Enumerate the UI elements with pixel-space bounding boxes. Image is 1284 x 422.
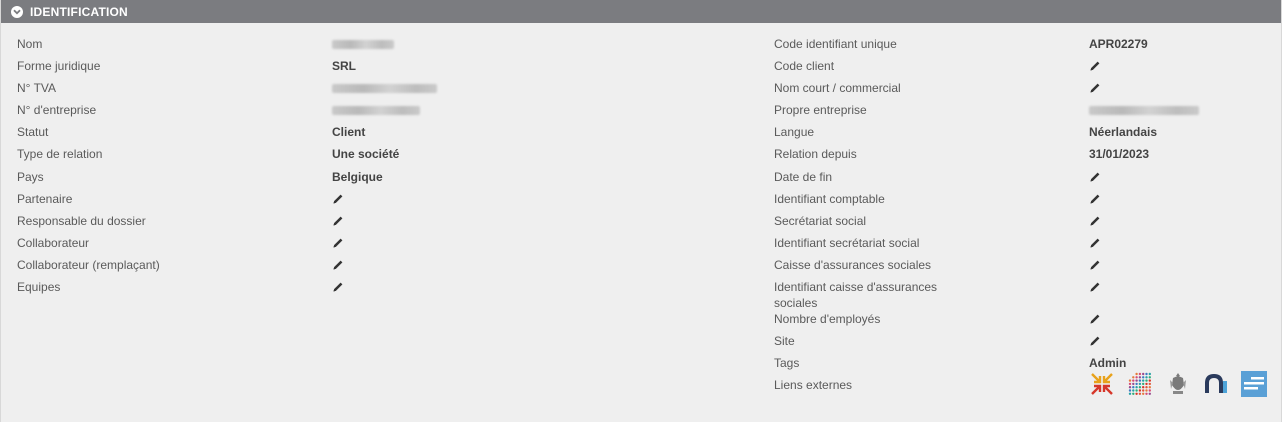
identification-panel: IDENTIFICATION Nom Forme juridique SRL N° T… (0, 0, 1282, 422)
field-label: Statut (17, 125, 49, 140)
field-label: Nombre d'employés (774, 312, 881, 327)
section-header[interactable]: IDENTIFICATION (1, 0, 1281, 23)
field-value: APR02279 (1089, 37, 1148, 51)
field-value: Belgique (332, 169, 383, 184)
field-row-identifiant-comptable: Identifiant comptable (774, 191, 1274, 213)
field-row-pays: Pays Belgique (17, 169, 737, 191)
field-value: 31/01/2023 (1089, 147, 1150, 162)
field-label: Responsable du dossier (17, 213, 146, 228)
field-label: Pays (17, 169, 44, 184)
field-row-propre-entreprise: Propre entreprise (774, 102, 1274, 124)
right-column: Code identifiant unique APR02279 Code clie… (774, 36, 1274, 399)
field-row-identifiant-caisse-d-assurances-sociales: Identifiant caisse d'assurances sociales (774, 279, 1274, 311)
field-row-forme-juridique: Forme juridique SRL (17, 58, 737, 80)
field-label: Identifiant comptable (774, 191, 885, 206)
field-label: Code client (774, 59, 835, 74)
pencil-edit-icon[interactable] (1089, 313, 1101, 325)
pencil-edit-icon[interactable] (1089, 281, 1101, 293)
chevron-down-icon[interactable] (11, 5, 23, 18)
field-label: Type de relation (17, 147, 103, 162)
field-label: Forme juridique (17, 59, 101, 74)
field-value: SRL (332, 59, 356, 74)
pencil-edit-icon[interactable] (1089, 215, 1101, 227)
pencil-edit-icon[interactable] (1089, 60, 1101, 72)
pencil-edit-icon[interactable] (332, 193, 344, 205)
field-row-code-client: Code client (774, 58, 1274, 80)
pencil-edit-icon[interactable] (1089, 193, 1101, 205)
redacted-value (1089, 106, 1199, 116)
field-label: Collaborateur (remplaçant) (17, 257, 160, 272)
field-row-partenaire: Partenaire (17, 191, 737, 213)
field-label: Collaborateur (17, 235, 90, 250)
field-label: N° TVA (17, 81, 57, 96)
field-value: Client (332, 125, 366, 140)
pencil-edit-icon[interactable] (1089, 259, 1101, 271)
field-label: Date de fin (774, 169, 833, 184)
field-row-n-tva: N° TVA (17, 80, 737, 102)
redacted-value (332, 106, 420, 116)
field-row-nombre-d-employes: Nombre d'employés (774, 311, 1274, 333)
field-label: Secrétariat social (774, 213, 867, 228)
pencil-edit-icon[interactable] (332, 281, 344, 293)
field-row-liens-externes: Liens externes (774, 371, 1274, 399)
field-value: Néerlandais (1089, 125, 1158, 140)
field-row-date-de-fin: Date de fin (774, 169, 1274, 191)
redacted-value (332, 84, 437, 94)
field-row-responsable-du-dossier: Responsable du dossier (17, 213, 737, 235)
field-label: Equipes (17, 280, 61, 295)
field-row-relation-depuis: Relation depuis 31/01/2023 (774, 146, 1274, 168)
field-label: Langue (774, 125, 815, 140)
arrows-logo-icon[interactable] (1089, 371, 1115, 397)
redacted-value (332, 40, 394, 49)
field-label: Code identifiant unique (774, 37, 897, 51)
field-row-caisse-d-assurances-sociales: Caisse d'assurances sociales (774, 257, 1274, 279)
field-label: Nom (17, 37, 43, 51)
field-row-identifiant-secretariat-social: Identifiant secrétariat social (774, 235, 1274, 257)
field-row-statut: Statut Client (17, 124, 737, 146)
coat-of-arms-icon[interactable] (1165, 371, 1191, 397)
field-label: Relation depuis (774, 147, 857, 162)
field-row-code-identifiant-unique: Code identifiant unique APR02279 (774, 36, 1274, 58)
field-value: Une société (332, 147, 400, 162)
external-links (1089, 371, 1267, 399)
field-label: N° d'entreprise (17, 103, 97, 118)
pencil-edit-icon[interactable] (1089, 82, 1101, 94)
bars-logo-icon[interactable] (1241, 371, 1267, 398)
field-row-nom-court-commercial: Nom court / commercial (774, 80, 1274, 102)
field-label: Partenaire (17, 191, 73, 206)
n-logo-icon[interactable] (1203, 371, 1229, 397)
field-row-n-d-entreprise: N° d'entreprise (17, 102, 737, 124)
left-column: Nom Forme juridique SRL N° TVA N° d'entrepri… (17, 36, 737, 301)
field-label: Identifiant caisse d'assurances sociales (774, 280, 938, 311)
field-row-collaborateur-remplacant: Collaborateur (remplaçant) (17, 257, 737, 279)
field-row-equipes: Equipes (17, 279, 737, 301)
field-row-langue: Langue Néerlandais (774, 124, 1274, 146)
pencil-edit-icon[interactable] (1089, 171, 1101, 183)
field-row-secretariat-social: Secrétariat social (774, 213, 1274, 235)
pencil-edit-icon[interactable] (332, 237, 344, 249)
field-row-nom: Nom (17, 36, 737, 58)
field-label: Site (774, 334, 795, 349)
section-title: IDENTIFICATION (30, 4, 128, 19)
field-label: Nom court / commercial (774, 81, 901, 96)
field-row-type-de-relation: Type de relation Une société (17, 146, 737, 168)
field-label: Identifiant secrétariat social (774, 235, 920, 250)
field-label: Propre entreprise (774, 103, 867, 118)
pencil-edit-icon[interactable] (332, 215, 344, 227)
pencil-edit-icon[interactable] (1089, 237, 1101, 249)
dots-grid-logo-icon[interactable] (1127, 371, 1153, 397)
field-label: Caisse d'assurances sociales (774, 257, 932, 272)
field-label: Tags (774, 356, 800, 371)
field-row-collaborateur: Collaborateur (17, 235, 737, 257)
pencil-edit-icon[interactable] (1089, 335, 1101, 347)
pencil-edit-icon[interactable] (332, 259, 344, 271)
field-label: Liens externes (774, 378, 853, 393)
field-row-site: Site (774, 333, 1274, 355)
